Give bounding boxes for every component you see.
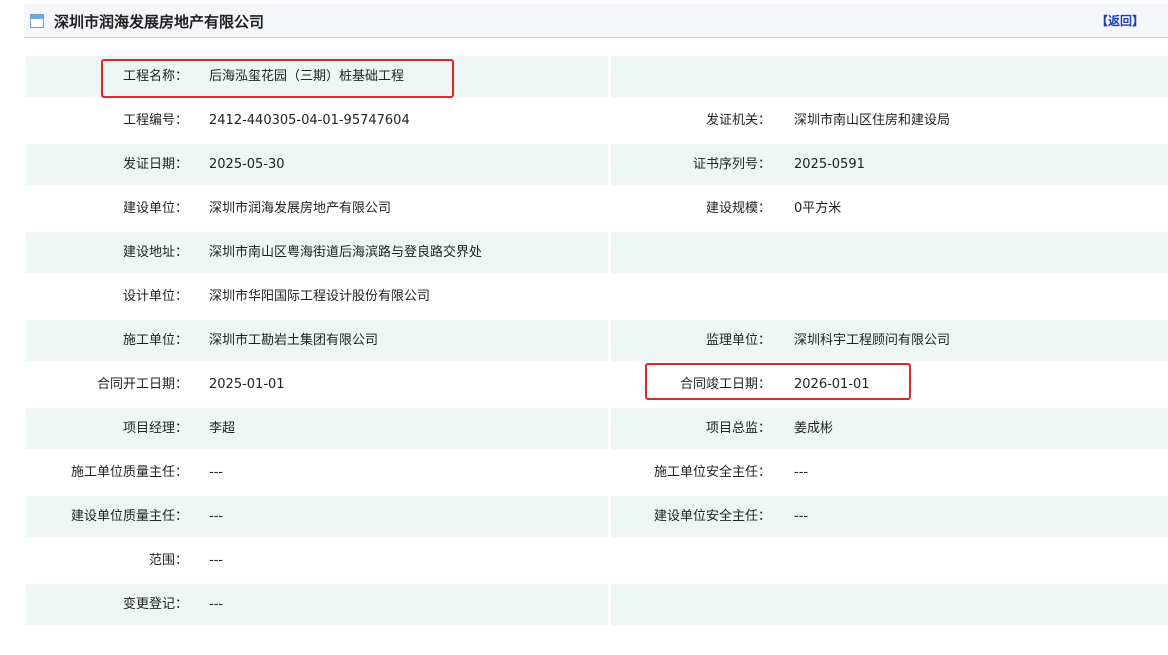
- issue-date-value: 2025-05-30: [202, 144, 608, 185]
- scale-label: 建设规模：: [611, 188, 785, 229]
- scope-label: 范围：: [26, 540, 202, 581]
- supervisor-value: 深圳科宇工程顾问有限公司: [785, 320, 1168, 361]
- scale-value: 0平方米: [785, 188, 1168, 229]
- table-row: 发证日期： 2025-05-30 证书序列号： 2025-0591: [26, 144, 1168, 188]
- empty-label-cell: [611, 232, 785, 273]
- table-row: 变更登记： ---: [26, 584, 1168, 628]
- table-row: 项目经理： 李超 项目总监： 姜成彬: [26, 408, 1168, 452]
- empty-label-cell: [611, 540, 785, 581]
- empty-value-cell: [785, 584, 1168, 625]
- empty-label-cell: [611, 56, 785, 97]
- page-title: 深圳市润海发展房地产有限公司: [54, 13, 265, 31]
- empty-value-cell: [785, 56, 1168, 97]
- empty-value-cell: [785, 540, 1168, 581]
- empty-label-cell: [611, 584, 785, 625]
- contractor-safety-label: 施工单位安全主任：: [611, 452, 785, 493]
- chief-label: 项目总监：: [611, 408, 785, 449]
- issue-date-label: 发证日期：: [26, 144, 202, 185]
- builder-value: 深圳市润海发展房地产有限公司: [202, 188, 608, 229]
- project-no-label: 工程编号：: [26, 100, 202, 141]
- table-row: 范围： ---: [26, 540, 1168, 584]
- builder-label: 建设单位：: [26, 188, 202, 229]
- issuer-label: 发证机关：: [611, 100, 785, 141]
- table-row: 施工单位质量主任： --- 施工单位安全主任： ---: [26, 452, 1168, 496]
- issuer-value: 深圳市南山区住房和建设局: [785, 100, 1168, 141]
- address-value: 深圳市南山区粤海街道后海滨路与登良路交界处: [202, 232, 608, 273]
- builder-quality-value: ---: [202, 496, 608, 537]
- table-row: 建设单位质量主任： --- 建设单位安全主任： ---: [26, 496, 1168, 540]
- table-row: 建设地址： 深圳市南山区粤海街道后海滨路与登良路交界处: [26, 232, 1168, 276]
- contractor-quality-value: ---: [202, 452, 608, 493]
- contractor-label: 施工单位：: [26, 320, 202, 361]
- start-date-value: 2025-01-01: [202, 364, 608, 405]
- address-label: 建设地址：: [26, 232, 202, 273]
- contractor-value: 深圳市工勘岩土集团有限公司: [202, 320, 608, 361]
- supervisor-label: 监理单位：: [611, 320, 785, 361]
- builder-quality-label: 建设单位质量主任：: [26, 496, 202, 537]
- table-row: 工程编号： 2412-440305-04-01-95747604 发证机关： 深…: [26, 100, 1168, 144]
- start-date-label: 合同开工日期：: [26, 364, 202, 405]
- pm-value: 李超: [202, 408, 608, 449]
- table-row: 合同开工日期： 2025-01-01 合同竣工日期： 2026-01-01: [26, 364, 1168, 408]
- permit-detail-table: 工程名称： 后海泓玺花园（三期）桩基础工程 工程编号： 2412-440305-…: [26, 56, 1168, 628]
- cert-serial-value: 2025-0591: [785, 144, 1168, 185]
- chief-value: 姜成彬: [785, 408, 1168, 449]
- empty-value-cell: [785, 232, 1168, 273]
- scope-value: ---: [202, 540, 608, 581]
- page-header: 深圳市润海发展房地产有限公司 【返回】: [24, 4, 1168, 38]
- project-no-value: 2412-440305-04-01-95747604: [202, 100, 608, 141]
- builder-safety-label: 建设单位安全主任：: [611, 496, 785, 537]
- table-row: 施工单位： 深圳市工勘岩土集团有限公司 监理单位： 深圳科宇工程顾问有限公司: [26, 320, 1168, 364]
- table-row: 工程名称： 后海泓玺花园（三期）桩基础工程: [26, 56, 1168, 100]
- table-row: 建设单位： 深圳市润海发展房地产有限公司 建设规模： 0平方米: [26, 188, 1168, 232]
- project-name-value: 后海泓玺花园（三期）桩基础工程: [202, 56, 608, 97]
- table-row: 设计单位： 深圳市华阳国际工程设计股份有限公司: [26, 276, 1168, 320]
- change-label: 变更登记：: [26, 584, 202, 625]
- contractor-quality-label: 施工单位质量主任：: [26, 452, 202, 493]
- empty-value-cell: [785, 276, 1168, 317]
- designer-label: 设计单位：: [26, 276, 202, 317]
- builder-safety-value: ---: [785, 496, 1168, 537]
- finish-date-label: 合同竣工日期：: [611, 364, 785, 405]
- finish-date-value: 2026-01-01: [785, 364, 1168, 405]
- change-value: ---: [202, 584, 608, 625]
- designer-value: 深圳市华阳国际工程设计股份有限公司: [202, 276, 608, 317]
- project-name-label: 工程名称：: [26, 56, 202, 97]
- window-icon: [30, 14, 44, 28]
- contractor-safety-value: ---: [785, 452, 1168, 493]
- empty-label-cell: [611, 276, 785, 317]
- cert-serial-label: 证书序列号：: [611, 144, 785, 185]
- back-link[interactable]: 【返回】: [1096, 12, 1144, 29]
- pm-label: 项目经理：: [26, 408, 202, 449]
